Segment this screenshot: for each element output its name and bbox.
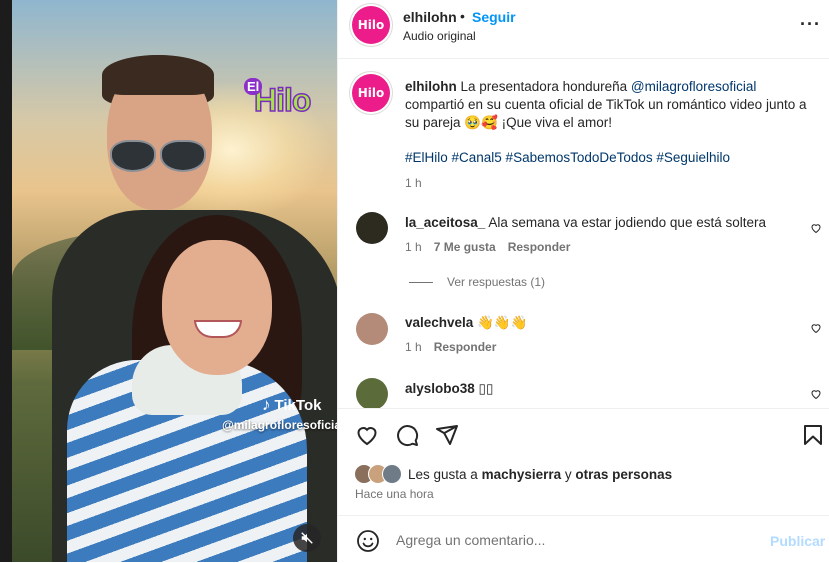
sunglasses xyxy=(110,140,206,172)
logo-hilo-text: Hilo xyxy=(253,81,312,119)
comment-icon[interactable] xyxy=(395,423,419,447)
mute-button[interactable] xyxy=(293,524,321,552)
publish-button[interactable]: Publicar xyxy=(770,533,825,549)
likes-conjunction: y xyxy=(561,466,576,482)
tiktok-logo-icon: ♪ xyxy=(262,395,271,414)
post-media[interactable]: Hilo El ♪ TikTok @milagrofloresoficial xyxy=(0,0,337,562)
likes-prefix: Les gusta a xyxy=(408,466,482,482)
logo-el-text: El xyxy=(244,78,263,95)
comment-body: ▯▯ xyxy=(474,381,494,396)
liker-username[interactable]: machysierra xyxy=(482,467,562,482)
tiktok-brand-text: TikTok xyxy=(274,396,322,414)
post-timestamp[interactable]: Hace una hora xyxy=(355,487,434,501)
heart-icon[interactable] xyxy=(355,423,379,447)
comment-heart-icon[interactable] xyxy=(810,388,822,400)
send-icon[interactable] xyxy=(435,423,459,447)
speaker-muted-icon xyxy=(301,532,313,544)
likes-others-link[interactable]: otras personas xyxy=(575,467,672,482)
comment-composer: Publicar xyxy=(338,515,829,563)
liker-avatar xyxy=(382,464,402,484)
bookmark-icon[interactable] xyxy=(801,423,825,447)
elhilo-logo-overlay: Hilo El xyxy=(244,78,324,126)
action-bar xyxy=(338,408,829,463)
tiktok-username-watermark: @milagrofloresoficial xyxy=(222,418,337,432)
post-panel: Hilo elhilohn • Seguir Audio original ··… xyxy=(337,0,829,562)
comment-text: alyslobo38 ▯▯ xyxy=(405,381,493,397)
woman-face xyxy=(162,240,272,375)
comment-username[interactable]: alyslobo38 xyxy=(405,381,475,396)
video-frame[interactable]: Hilo El ♪ TikTok @milagrofloresoficial xyxy=(12,0,337,562)
tiktok-watermark: ♪ TikTok xyxy=(262,395,321,415)
man-hair-top xyxy=(102,55,214,95)
likes-text: Les gusta a machysierra y otras personas xyxy=(408,467,672,482)
comment-input[interactable] xyxy=(394,526,758,554)
liker-avatars xyxy=(354,464,402,484)
comment-item: alyslobo38 ▯▯ xyxy=(338,0,829,408)
likes-summary[interactable]: Les gusta a machysierra y otras personas xyxy=(354,464,672,484)
emoji-icon[interactable] xyxy=(356,529,380,553)
comment-avatar[interactable] xyxy=(356,378,388,408)
